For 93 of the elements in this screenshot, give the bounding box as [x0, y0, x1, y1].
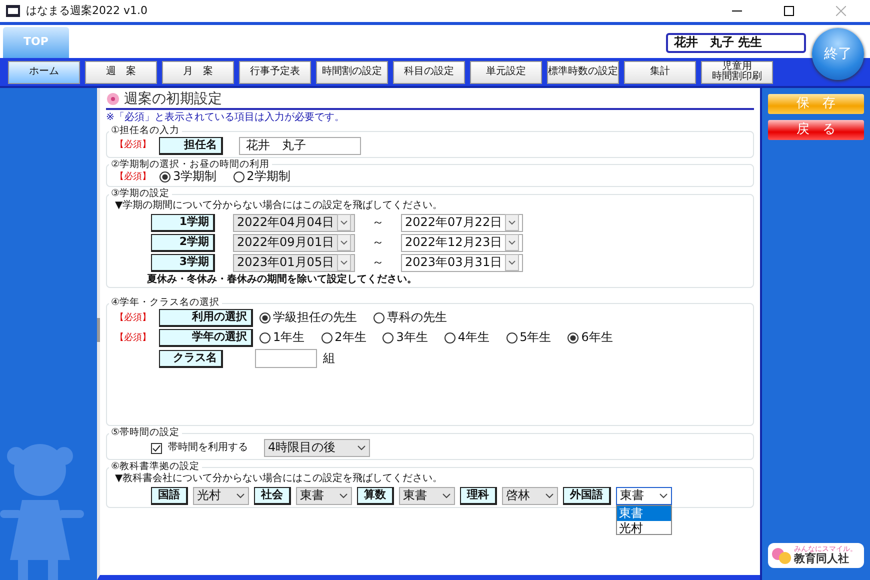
range-separator: ～ [371, 216, 385, 230]
required-tag: 【必須】 [115, 140, 153, 151]
nav-button[interactable]: 週 案 [85, 60, 157, 84]
user-name: 花井 丸子 先生 [666, 33, 806, 53]
dropdown-option[interactable]: 東書 [617, 506, 671, 520]
field-label: クラス名 [159, 350, 223, 368]
suffix-text: 組 [323, 352, 335, 366]
radio-icon[interactable] [382, 332, 394, 344]
publisher-select[interactable]: 啓林 [502, 486, 558, 504]
section-legend: ②学期制の選択・お昼の時間の利用 [109, 160, 272, 170]
radio-label[interactable]: 4年生 [458, 331, 490, 345]
term-label: 2学期 [151, 234, 215, 252]
checkbox-label[interactable]: 帯時間を利用する [168, 442, 248, 454]
section-legend: ⑥教科書準拠の設定 [109, 462, 202, 473]
nav-button[interactable]: 単元設定 [470, 60, 542, 84]
nav-button[interactable]: 時間割の設定 [316, 60, 388, 84]
back-button[interactable]: 戻 る [768, 120, 864, 140]
publisher-select[interactable]: 東書 [399, 486, 455, 504]
maximize-icon[interactable] [784, 6, 794, 16]
nav-button[interactable]: 科目の設定 [393, 60, 465, 84]
subject-label: 社会 [254, 486, 291, 504]
term-label: 3学期 [151, 254, 215, 272]
subject-label: 算数 [357, 486, 394, 504]
class-name-field[interactable] [255, 349, 317, 368]
flower-icon [106, 92, 120, 106]
splitter-handle[interactable] [97, 318, 100, 342]
end-date-select[interactable]: 2022年12月23日 [401, 234, 523, 252]
caret-icon [339, 492, 348, 498]
nav-button[interactable]: ホーム [8, 60, 80, 84]
radio-label[interactable]: 2年生 [334, 331, 366, 345]
radio-icon[interactable] [444, 332, 456, 344]
caret-icon [659, 492, 668, 498]
radio-label[interactable]: 3年生 [396, 331, 428, 345]
end-date-select[interactable]: 2022年07月22日 [401, 214, 523, 232]
section-legend: ③学期の設定 [109, 189, 172, 200]
range-separator: ～ [371, 236, 385, 250]
radio-label[interactable]: 学級担任の先生 [273, 311, 357, 325]
caret-icon [357, 445, 366, 452]
radio-icon[interactable] [259, 332, 271, 344]
term-label: 1学期 [151, 214, 215, 232]
dropdown-option[interactable]: 光村 [617, 520, 671, 534]
nav-button[interactable]: 月 案 [162, 60, 234, 84]
radio-label[interactable]: 1年生 [273, 331, 305, 345]
caret-icon [545, 492, 554, 498]
radio-selected-icon[interactable] [567, 332, 580, 344]
radio-icon[interactable] [320, 332, 333, 344]
end-date-select[interactable]: 2023年03月31日 [401, 254, 523, 272]
nav-button[interactable]: 行事予定表 [239, 60, 311, 84]
radio-icon[interactable] [506, 332, 518, 344]
nav-button[interactable]: 標準時数の設定 [547, 60, 619, 84]
section-legend: ④学年・クラス名の選択 [109, 298, 222, 310]
range-separator: ～ [371, 256, 385, 270]
radio-selected-icon[interactable] [259, 312, 271, 324]
radio-icon[interactable] [232, 171, 245, 184]
logo-name: 教育同人社 [794, 553, 850, 566]
required-tag: 【必須】 [115, 332, 153, 344]
nav-button[interactable]: 児童用 時間割印刷 [701, 60, 773, 84]
radio-icon[interactable] [373, 312, 385, 324]
radio-label[interactable]: 専科の先生 [387, 311, 447, 325]
smile-logo-icon [771, 546, 791, 566]
app-icon [6, 5, 20, 17]
required-tag: 【必須】 [115, 172, 153, 182]
teacher-name-field[interactable]: 花井 丸子 [239, 136, 361, 155]
required-tag: 【必須】 [115, 312, 153, 324]
section-legend: ①担任名の入力 [109, 126, 182, 137]
radio-label[interactable]: 3学期制 [173, 170, 217, 184]
publisher-select[interactable]: 東書 [296, 486, 352, 504]
field-label: 学年の選択 [159, 329, 253, 348]
page-title: 週案の初期設定 [124, 91, 222, 108]
hint-text: ▼教科書会社について分からない場合にはこの設定を飛ばしてください。 [115, 473, 444, 484]
subject-label: 理科 [460, 486, 497, 504]
field-label: 利用の選択 [159, 309, 253, 328]
required-note: ※「必須」と表示されている項目は入力が必要です。 [106, 112, 346, 124]
period-select[interactable]: 4時限目の後 [264, 439, 370, 458]
nav-button[interactable]: 集計 [624, 60, 696, 84]
start-date-select[interactable]: 2022年04月04日 [233, 214, 355, 232]
radio-selected-icon[interactable] [159, 171, 171, 184]
publisher-select[interactable]: 光村 [193, 486, 249, 504]
subject-label: 外国語 [563, 486, 611, 504]
radio-label[interactable]: 5年生 [520, 331, 552, 345]
start-date-select[interactable]: 2022年09月01日 [233, 234, 355, 252]
footnote-text: 夏休み・冬休み・春休みの期間を除いて設定してください。 [146, 274, 418, 286]
checkbox[interactable] [151, 442, 162, 454]
caret-icon [236, 492, 245, 498]
window-title: はなまる週案2022 v1.0 [26, 4, 148, 18]
field-label: 担任名 [159, 136, 223, 155]
subject-label: 国語 [151, 486, 188, 504]
radio-label[interactable]: 2学期制 [246, 170, 290, 184]
start-date-select[interactable]: 2023年01月05日 [233, 254, 355, 272]
section-legend: ⑤帯時間の設定 [109, 428, 182, 440]
hint-text: ▼学期の期間について分からない場合にはこの設定を飛ばしてください。 [115, 200, 444, 212]
caret-icon [442, 492, 451, 498]
radio-label[interactable]: 6年生 [581, 331, 613, 345]
